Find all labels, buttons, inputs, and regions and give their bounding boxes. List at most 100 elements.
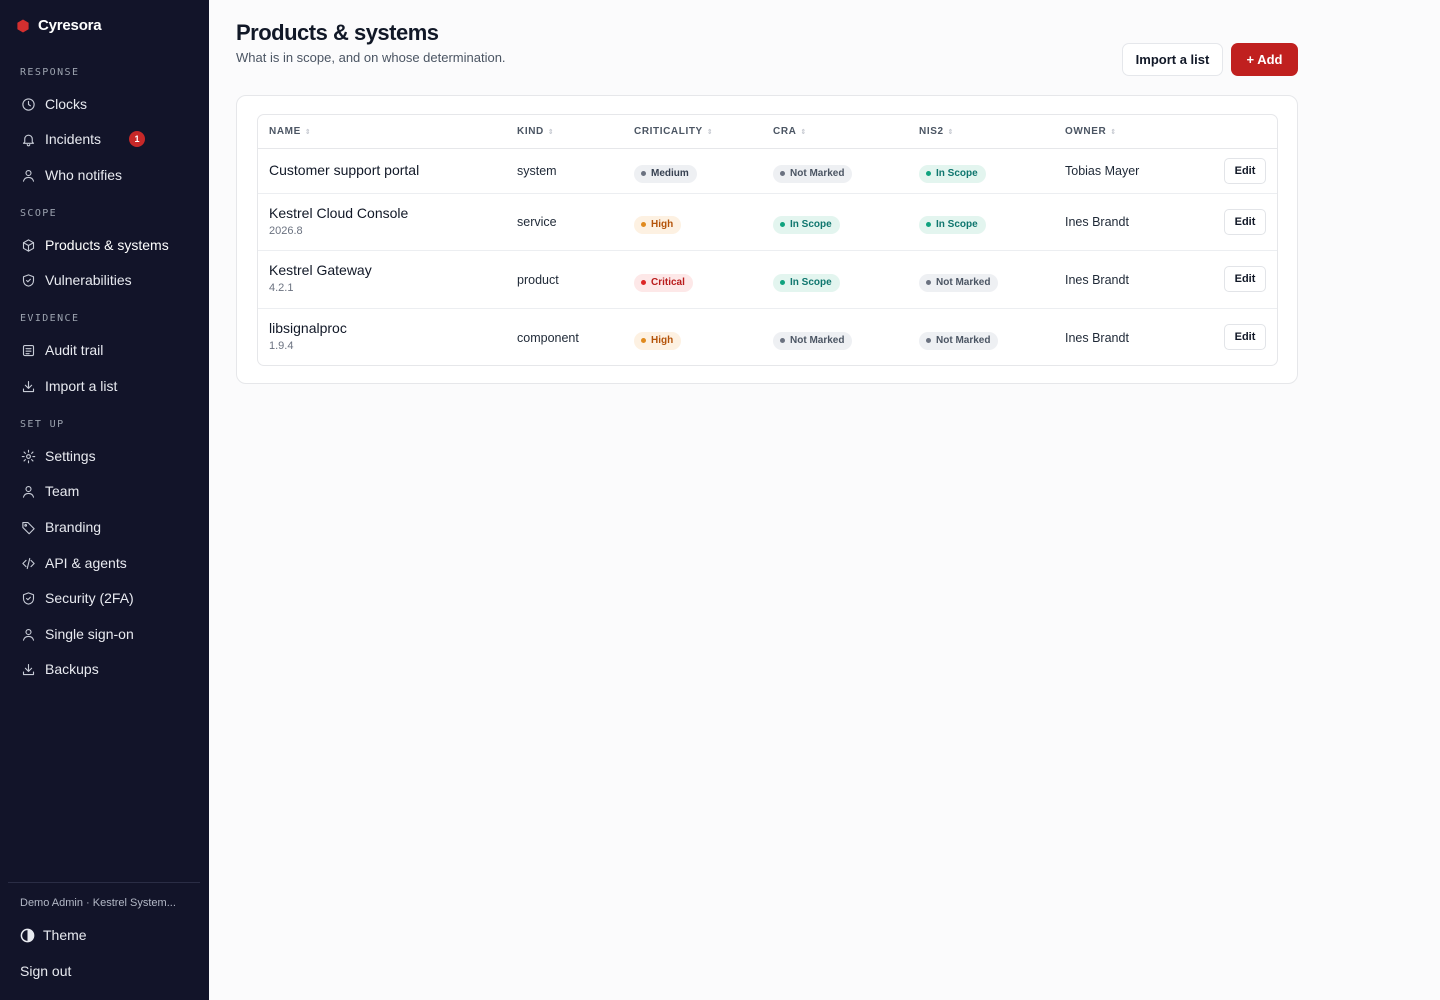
account-info: Demo Admin · Kestrel System... [20, 897, 176, 909]
sidebar-item-settings[interactable]: Settings [20, 446, 96, 466]
table-row[interactable]: Kestrel Cloud Console 2026.8 service Hig… [258, 194, 1277, 251]
sidebar-item-incidents[interactable]: Incidents 1 [20, 129, 146, 149]
sidebar-item-vulnerabilities[interactable]: Vulnerabilities [20, 270, 132, 290]
status-badge: High [634, 331, 682, 350]
status-badge-label: Critical [651, 277, 685, 288]
table-row[interactable]: Kestrel Gateway 4.2.1 product Critical I… [258, 251, 1277, 309]
status-dot [926, 338, 931, 343]
status-badge-label: In Scope [790, 277, 832, 288]
column-header-criticality[interactable]: CRITICALITY ⇕ [634, 126, 713, 137]
brand[interactable]: Cyresora [16, 17, 102, 34]
status-badge: In Scope [773, 215, 840, 234]
column-header-cra[interactable]: CRA ⇕ [773, 126, 807, 137]
products-table: NAME ⇕ KIND ⇕ CRITICALITY ⇕ CRA ⇕ NIS2 ⇕ OWNE… [257, 114, 1278, 366]
column-header-label: OWNER [1065, 126, 1107, 137]
column-header-label: CRITICALITY [634, 126, 703, 137]
sidebar-item-label: Products & systems [45, 237, 169, 253]
sidebar-item-api-agents[interactable]: API & agents [20, 553, 127, 573]
status-dot [641, 280, 646, 285]
download-icon [20, 378, 36, 394]
user-icon [20, 483, 36, 499]
status-badge-label: Not Marked [936, 277, 991, 288]
column-header-owner[interactable]: OWNER ⇕ [1065, 126, 1117, 137]
status-badge-label: In Scope [790, 219, 832, 230]
theme-toggle-button[interactable]: Theme [20, 927, 87, 943]
sidebar-item-branding[interactable]: Branding [20, 517, 101, 537]
status-badge: Critical [634, 273, 693, 292]
status-dot [926, 280, 931, 285]
nav-section-setup: SET UP [20, 419, 65, 430]
status-badge-label: Not Marked [790, 168, 845, 179]
brand-logo-icon [17, 19, 29, 32]
criticality-cell: High [634, 214, 682, 234]
column-header-name[interactable]: NAME ⇕ [269, 126, 311, 137]
bell-icon [20, 131, 36, 147]
page-title: Products & systems [236, 20, 439, 45]
status-dot [780, 171, 785, 176]
kind-cell: service [517, 215, 557, 229]
cra-cell: In Scope [773, 214, 840, 234]
column-header-nis2[interactable]: NIS2 ⇕ [919, 126, 954, 137]
sidebar-item-security-2fa[interactable]: Security (2FA) [20, 588, 134, 608]
shield-icon [20, 590, 36, 606]
edit-button[interactable]: Edit [1224, 266, 1266, 292]
table-header: NAME ⇕ KIND ⇕ CRITICALITY ⇕ CRA ⇕ NIS2 ⇕ OWNE… [258, 115, 1277, 149]
import-list-button[interactable]: Import a list [1122, 43, 1223, 76]
sidebar-item-label: Settings [45, 448, 96, 464]
status-badge-label: High [651, 335, 674, 346]
owner-cell: Ines Brandt [1065, 273, 1129, 287]
status-badge: Not Marked [919, 273, 999, 292]
product-version: 2026.8 [269, 225, 303, 237]
nis2-cell: Not Marked [919, 330, 999, 350]
add-button[interactable]: + Add [1231, 43, 1298, 76]
sidebar-item-import-list[interactable]: Import a list [20, 376, 117, 396]
kind-cell: product [517, 273, 559, 287]
sidebar-item-label: Branding [45, 519, 102, 535]
user-icon [20, 626, 36, 642]
contrast-icon [20, 928, 35, 942]
edit-button[interactable]: Edit [1224, 324, 1266, 350]
sign-out-link[interactable]: Sign out [20, 963, 71, 979]
status-badge-label: Not Marked [790, 335, 845, 346]
sidebar-item-team[interactable]: Team [20, 481, 79, 501]
status-dot [926, 222, 931, 227]
criticality-cell: High [634, 330, 682, 350]
sort-icon: ⇕ [547, 128, 555, 136]
sidebar-item-label: Security (2FA) [45, 590, 134, 606]
gear-icon [20, 448, 36, 464]
nis2-cell: In Scope [919, 163, 986, 183]
sidebar-item-label: Who notifies [45, 167, 123, 183]
status-badge: High [634, 215, 682, 234]
cra-cell: Not Marked [773, 163, 853, 183]
table-row[interactable]: Customer support portal system Medium No… [258, 149, 1277, 194]
sidebar-item-who-notifies[interactable]: Who notifies [20, 165, 122, 185]
owner-cell: Ines Brandt [1065, 331, 1129, 345]
status-badge: Not Marked [773, 331, 853, 350]
shield-icon [20, 272, 36, 288]
status-badge-label: High [651, 219, 674, 230]
sidebar: Cyresora RESPONSE Clocks Incidents 1 Who… [0, 0, 209, 1000]
edit-button[interactable]: Edit [1224, 158, 1266, 184]
column-header-kind[interactable]: KIND ⇕ [517, 126, 554, 137]
product-name: Customer support portal [269, 162, 420, 178]
sidebar-item-label: Clocks [45, 96, 88, 112]
column-header-label: NAME [269, 126, 301, 137]
sidebar-item-label: Backups [45, 661, 99, 677]
status-dot [780, 280, 785, 285]
sidebar-item-audit-trail[interactable]: Audit trail [20, 340, 103, 360]
sidebar-item-clocks[interactable]: Clocks [20, 94, 87, 114]
owner-cell: Ines Brandt [1065, 215, 1129, 229]
list-icon [20, 342, 36, 358]
sidebar-item-backups[interactable]: Backups [20, 659, 99, 679]
status-badge-label: In Scope [936, 219, 978, 230]
sidebar-item-label: API & agents [45, 555, 127, 571]
product-name: Kestrel Gateway [269, 262, 372, 278]
column-header-label: NIS2 [919, 126, 944, 137]
status-dot [641, 171, 646, 176]
table-row[interactable]: libsignalproc 1.9.4 component High Not M… [258, 309, 1277, 365]
sidebar-item-single-sign-on[interactable]: Single sign-on [20, 624, 134, 644]
sidebar-item-products-systems[interactable]: Products & systems [20, 235, 169, 255]
cra-cell: Not Marked [773, 330, 853, 350]
nav-section-evidence: EVIDENCE [20, 313, 80, 324]
edit-button[interactable]: Edit [1224, 209, 1266, 235]
